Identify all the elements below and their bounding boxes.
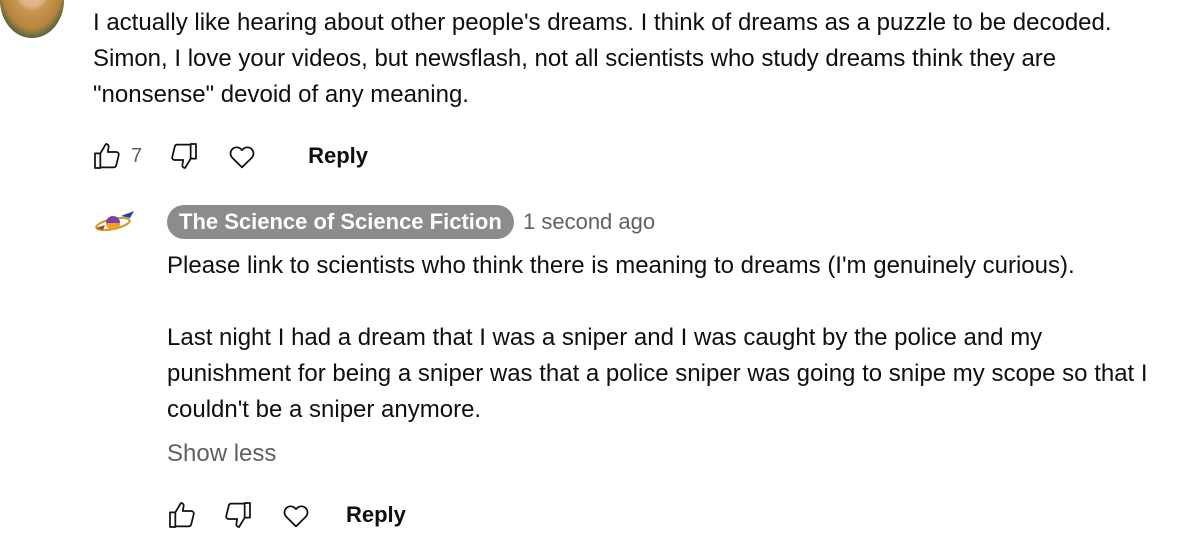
dislike-button[interactable] xyxy=(218,495,258,535)
channel-logo-icon[interactable] xyxy=(93,208,137,236)
thumbs-up-icon xyxy=(94,143,120,169)
comments-section: I actually like hearing about other peop… xyxy=(0,0,1200,541)
thumbs-up-icon xyxy=(169,502,195,528)
dislike-button[interactable] xyxy=(164,136,204,176)
thumbs-down-icon xyxy=(171,143,197,169)
reply-line: couldn't be a sniper anymore. xyxy=(167,396,482,423)
comment-line: I actually like hearing about other peop… xyxy=(93,9,1112,36)
thumbs-down-icon xyxy=(225,502,251,528)
heart-button[interactable] xyxy=(222,136,262,176)
show-less-link[interactable]: Show less xyxy=(167,436,276,472)
like-button[interactable] xyxy=(162,495,202,535)
reply-button[interactable]: Reply xyxy=(308,137,368,175)
heart-button[interactable] xyxy=(276,495,316,535)
like-button[interactable] xyxy=(87,136,127,176)
reply-paragraph: Please link to scientists who think ther… xyxy=(167,252,1075,279)
heart-icon xyxy=(283,505,309,528)
commenter-avatar[interactable] xyxy=(0,0,64,38)
reply-timestamp[interactable]: 1 second ago xyxy=(523,205,655,239)
reply-line: punishment for being a sniper was that a… xyxy=(167,360,1148,387)
reply-text: Please link to scientists who think ther… xyxy=(167,248,1200,428)
reply-button[interactable]: Reply xyxy=(346,496,406,534)
heart-icon xyxy=(229,146,255,169)
reply-line: Last night I had a dream that I was a sn… xyxy=(167,324,1043,351)
comment-line: "nonsense" devoid of any meaning. xyxy=(93,81,469,108)
like-count: 7 xyxy=(131,144,143,167)
channel-name-badge[interactable]: The Science of Science Fiction xyxy=(167,205,514,239)
comment-line: Simon, I love your videos, but newsflash… xyxy=(93,45,1057,72)
reply-action-bar: Reply xyxy=(162,495,406,535)
comment-action-bar: 7 Reply xyxy=(87,136,368,176)
comment-text: I actually like hearing about other peop… xyxy=(93,5,1193,113)
